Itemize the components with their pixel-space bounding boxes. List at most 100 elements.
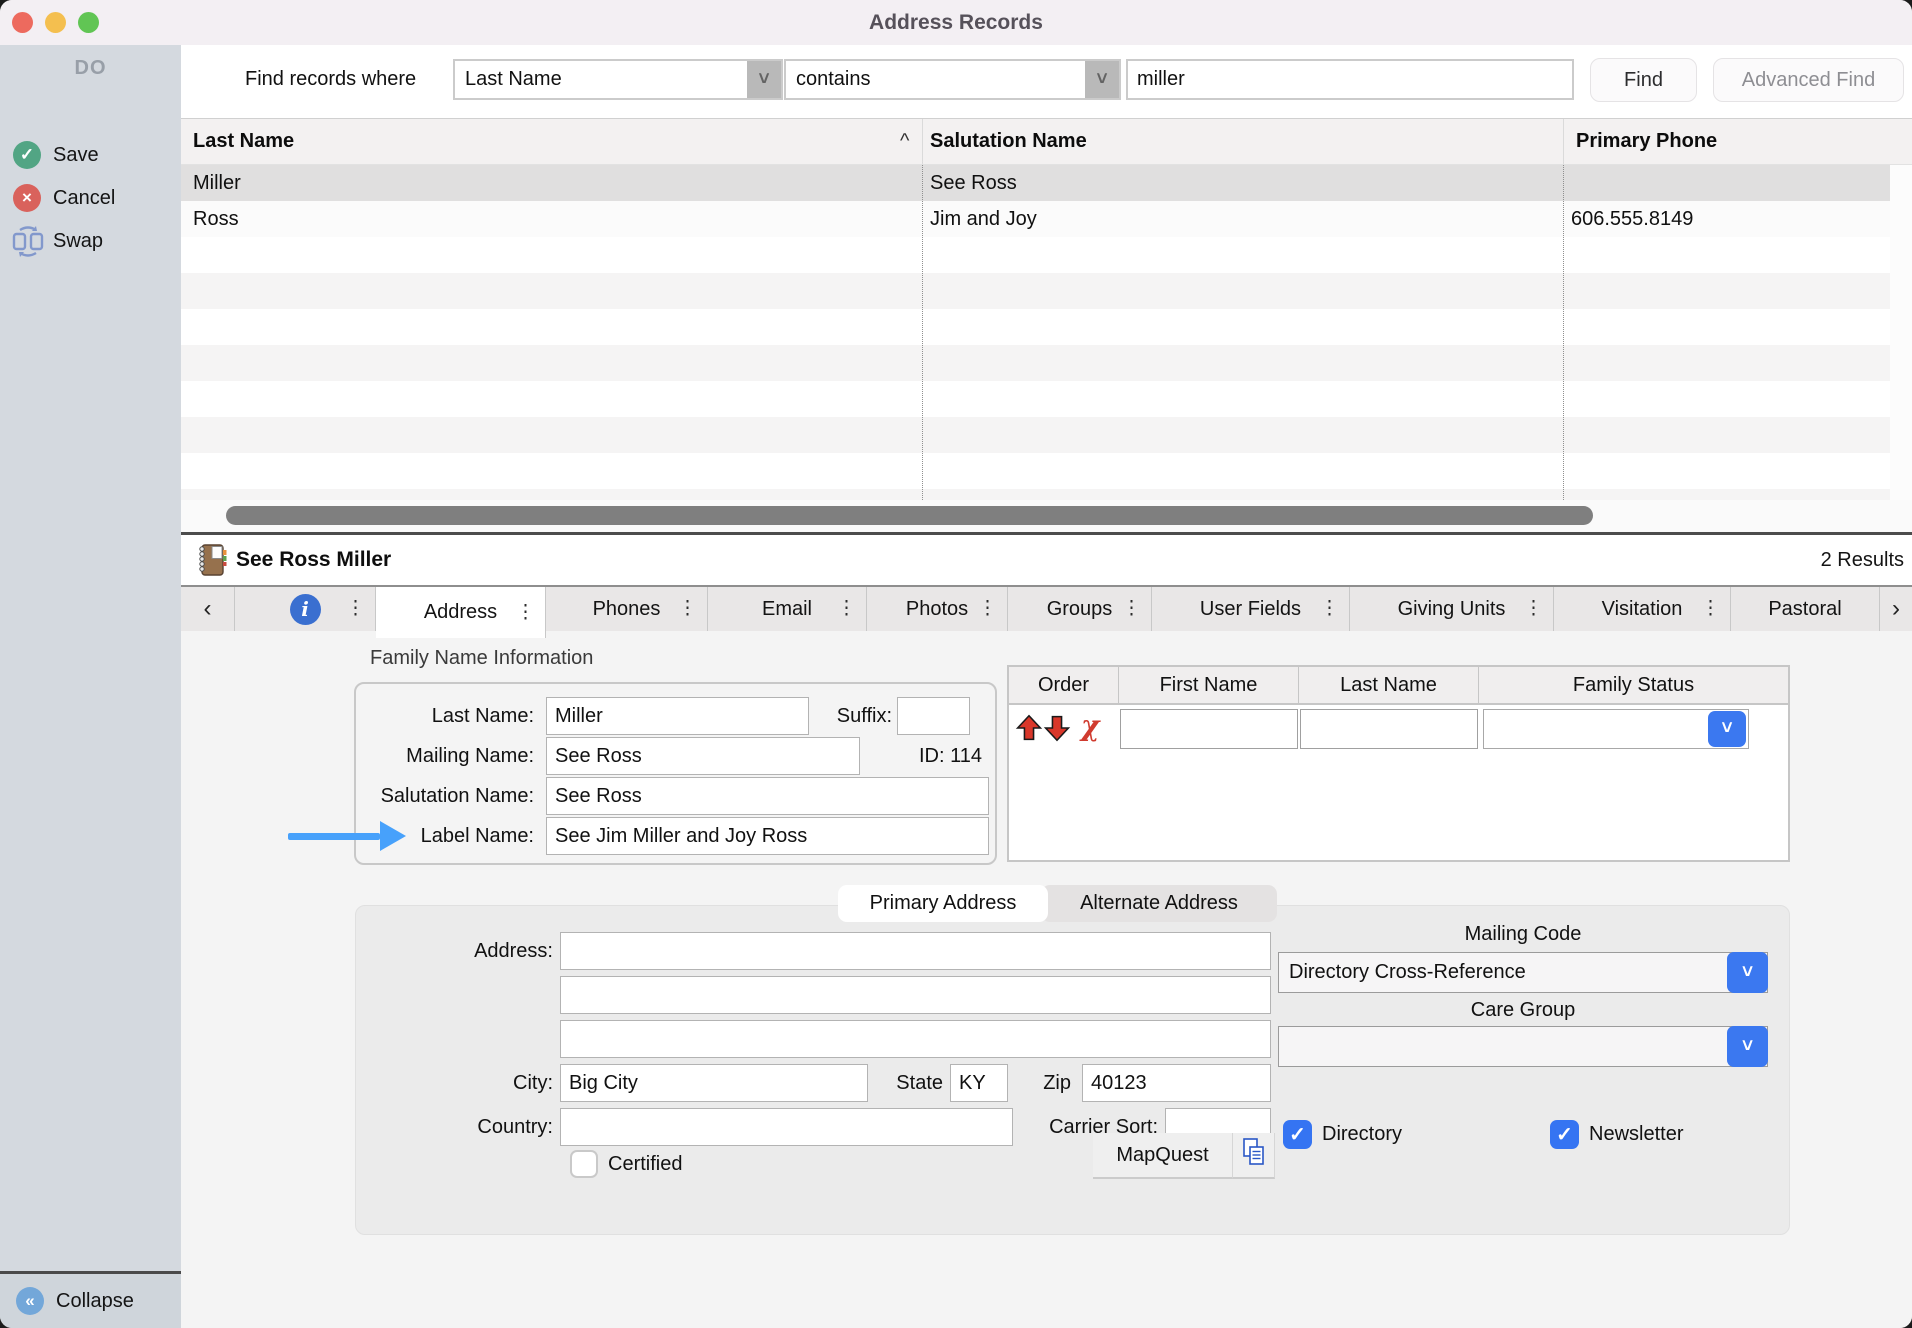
search-field-dropdown[interactable]: Last Name ˅: [453, 59, 783, 100]
chevron-right-icon: ›: [1892, 595, 1900, 623]
search-operator-dropdown[interactable]: contains ˅: [784, 59, 1121, 100]
address-line2-input[interactable]: [560, 976, 1271, 1014]
empty-row: [181, 417, 1890, 453]
check-circle-icon: ✓: [13, 141, 41, 169]
newsletter-label: Newsletter: [1589, 1120, 1683, 1149]
column-separator-dotted: [1563, 165, 1564, 500]
salutation-name-input[interactable]: [546, 777, 989, 815]
chevron-down-icon[interactable]: ˅: [1727, 1026, 1768, 1067]
find-records-where-label: Find records where: [245, 59, 416, 100]
tabs-scroll-right-button[interactable]: ›: [1880, 587, 1912, 631]
vertical-scrollbar-track[interactable]: [1890, 165, 1912, 500]
country-label: Country:: [421, 1108, 553, 1146]
advanced-find-button[interactable]: Advanced Find: [1713, 58, 1904, 102]
tab-phones[interactable]: Phones ⋮: [546, 587, 708, 631]
tab-info[interactable]: i ⋮: [235, 587, 376, 631]
empty-row: [181, 273, 1890, 309]
move-down-icon[interactable]: [1043, 713, 1071, 748]
find-button[interactable]: Find: [1590, 58, 1697, 102]
care-group-label: Care Group: [1278, 999, 1768, 1022]
tab-menu-dots-icon[interactable]: ⋮: [837, 587, 856, 631]
empty-row: [181, 381, 1890, 417]
tab-primary-address[interactable]: Primary Address: [838, 885, 1048, 922]
label-name-input[interactable]: [546, 817, 989, 855]
chevron-down-icon: ˅: [1085, 61, 1119, 98]
tab-address[interactable]: Address ⋮: [376, 587, 546, 638]
tab-photos[interactable]: Photos ⋮: [867, 587, 1008, 631]
column-header-primary-phone[interactable]: Primary Phone: [1576, 119, 1717, 164]
tab-label: User Fields: [1200, 598, 1301, 621]
search-bar: Find records where Last Name ˅ contains …: [181, 45, 1912, 118]
column-header-salutation-name[interactable]: Salutation Name: [930, 119, 1087, 164]
salutation-name-label: Salutation Name:: [359, 777, 534, 815]
tabs-scroll-left-button[interactable]: ‹: [181, 587, 235, 631]
mapquest-button[interactable]: MapQuest: [1093, 1133, 1233, 1179]
member-last-name-input[interactable]: [1300, 709, 1478, 749]
tab-user-fields[interactable]: User Fields ⋮: [1152, 587, 1350, 631]
tab-menu-dots-icon[interactable]: ⋮: [978, 587, 997, 631]
last-name-input[interactable]: [546, 697, 809, 735]
tab-menu-dots-icon[interactable]: ⋮: [1122, 587, 1141, 631]
move-up-icon[interactable]: [1015, 713, 1043, 748]
family-name-information-legend: Family Name Information: [370, 647, 593, 670]
family-status-dropdown[interactable]: ˅: [1483, 709, 1749, 749]
delete-row-icon[interactable]: χ: [1081, 709, 1099, 742]
column-header-family-status: Family Status: [1479, 667, 1788, 703]
chevron-down-icon[interactable]: ˅: [1708, 711, 1746, 747]
title-bar: Address Records: [0, 0, 1912, 45]
city-input[interactable]: [560, 1064, 868, 1102]
x-circle-icon: ×: [13, 184, 41, 212]
table-row-selected[interactable]: Miller See Ross: [181, 165, 1890, 201]
sort-ascending-icon: ^: [900, 119, 909, 164]
tab-pastoral[interactable]: Pastoral: [1731, 587, 1880, 631]
results-table-body: Miller See Ross Ross Jim and Joy 606.555…: [181, 165, 1890, 500]
column-header-last-name[interactable]: Last Name: [193, 119, 294, 164]
cancel-button[interactable]: × Cancel: [0, 183, 181, 213]
city-label: City:: [421, 1064, 553, 1102]
save-button[interactable]: ✓ Save: [0, 140, 181, 170]
column-header-order: Order: [1009, 667, 1119, 703]
state-input[interactable]: [950, 1064, 1008, 1102]
sidebar-header: DO: [0, 57, 181, 80]
care-group-dropdown[interactable]: ˅: [1278, 1026, 1768, 1067]
search-query-input[interactable]: [1126, 59, 1574, 100]
tab-email[interactable]: Email ⋮: [708, 587, 867, 631]
suffix-input[interactable]: [897, 697, 970, 735]
tab-menu-dots-icon[interactable]: ⋮: [1701, 587, 1720, 631]
info-icon: i: [290, 594, 321, 625]
tab-giving-units[interactable]: Giving Units ⋮: [1350, 587, 1554, 631]
members-table-header: Order First Name Last Name Family Status: [1009, 667, 1788, 705]
country-input[interactable]: [560, 1108, 1013, 1146]
tab-groups[interactable]: Groups ⋮: [1008, 587, 1152, 631]
swap-button[interactable]: Swap: [0, 226, 181, 256]
mailing-code-dropdown[interactable]: Directory Cross-Reference ˅: [1278, 952, 1768, 993]
copy-address-button[interactable]: [1233, 1133, 1275, 1179]
column-header-first-name: First Name: [1119, 667, 1299, 703]
mailing-code-label: Mailing Code: [1278, 923, 1768, 946]
chevron-left-icon: ‹: [204, 595, 212, 623]
tab-alternate-address[interactable]: Alternate Address: [1041, 885, 1277, 922]
address-line1-input[interactable]: [560, 932, 1271, 970]
horizontal-scrollbar-track[interactable]: [181, 500, 1912, 532]
check-icon: ✓: [1289, 1122, 1306, 1147]
address-line3-input[interactable]: [560, 1020, 1271, 1058]
tab-visitation[interactable]: Visitation ⋮: [1554, 587, 1731, 631]
tab-menu-dots-icon[interactable]: ⋮: [346, 587, 365, 631]
chevron-down-icon[interactable]: ˅: [1727, 952, 1768, 993]
tab-menu-dots-icon[interactable]: ⋮: [516, 587, 535, 638]
zip-input[interactable]: [1082, 1064, 1271, 1102]
newsletter-checkbox[interactable]: ✓: [1550, 1120, 1579, 1149]
address-tab-content: Family Name Information Last Name: Suffi…: [181, 631, 1912, 1328]
certified-checkbox[interactable]: [570, 1150, 598, 1178]
member-first-name-input[interactable]: [1120, 709, 1298, 749]
tab-menu-dots-icon[interactable]: ⋮: [1524, 587, 1543, 631]
empty-row: [181, 309, 1890, 345]
mailing-name-input[interactable]: [546, 737, 860, 775]
directory-checkbox[interactable]: ✓: [1283, 1120, 1312, 1149]
cancel-label: Cancel: [53, 183, 115, 213]
tab-menu-dots-icon[interactable]: ⋮: [1320, 587, 1339, 631]
collapse-bar[interactable]: « Collapse: [0, 1274, 181, 1328]
horizontal-scrollbar-thumb[interactable]: [226, 506, 1593, 525]
tab-menu-dots-icon[interactable]: ⋮: [678, 587, 697, 631]
table-row[interactable]: Ross Jim and Joy 606.555.8149: [181, 201, 1890, 237]
